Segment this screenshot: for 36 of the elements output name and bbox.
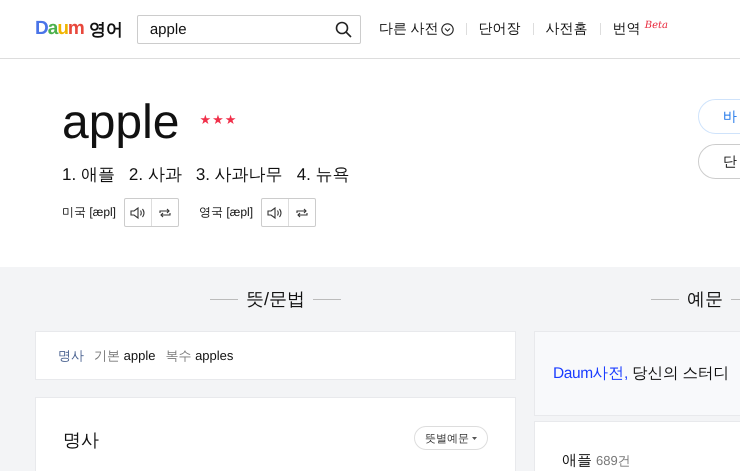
daum-logo[interactable]: Daum (35, 18, 84, 40)
promo-text: Daum사전, 당신의 스터디 (553, 364, 730, 384)
form-value: apple (124, 348, 156, 362)
star-icon: ★ (199, 112, 212, 128)
card-title: 명사 (63, 429, 99, 452)
form-value: apples (195, 348, 234, 362)
part-of-speech: 명사 (58, 346, 84, 364)
form-label: 복수 (165, 348, 192, 362)
side-button[interactable]: 단 (698, 144, 740, 179)
star-icon: ★ (212, 112, 224, 128)
meaning-text: 1. 애플 (62, 164, 115, 186)
pronunciation-label: 미국 [æpl] (62, 204, 116, 221)
meaning-text: 3. 사과나무 (196, 164, 283, 186)
search-field[interactable]: apple (136, 14, 361, 44)
section-heading: 뜻/문법 (246, 288, 305, 311)
meaning-text: 2. 사과 (128, 164, 182, 186)
daum-link[interactable]: Daum사전, (553, 365, 628, 382)
side-button[interactable]: 바 (698, 99, 740, 134)
star-icon: ★ (224, 112, 236, 128)
meaning-text: 4. 뉴욕 (296, 164, 350, 186)
nav-link[interactable]: 다른 사전 (378, 20, 454, 38)
result-count: 689건 (596, 452, 631, 470)
chevron-icon (440, 22, 454, 36)
beta-label: Beta (644, 20, 668, 31)
section-title: 영어 (88, 18, 123, 40)
examples-button[interactable]: 뜻별예문 (414, 426, 488, 450)
section-heading: 예문 (687, 288, 723, 311)
nav-link[interactable]: 번역 Beta (612, 20, 668, 38)
caret-icon (472, 436, 477, 440)
nav-link[interactable]: 사전홈 (546, 20, 588, 38)
word-title: apple (62, 95, 180, 151)
form-label: 기본 (94, 348, 120, 362)
nav-link[interactable]: 단어장 (478, 20, 521, 38)
search-icon[interactable] (334, 20, 352, 38)
pronunciation-label: 영국 [æpl] (199, 204, 254, 221)
result-term: 애플 (562, 451, 592, 470)
